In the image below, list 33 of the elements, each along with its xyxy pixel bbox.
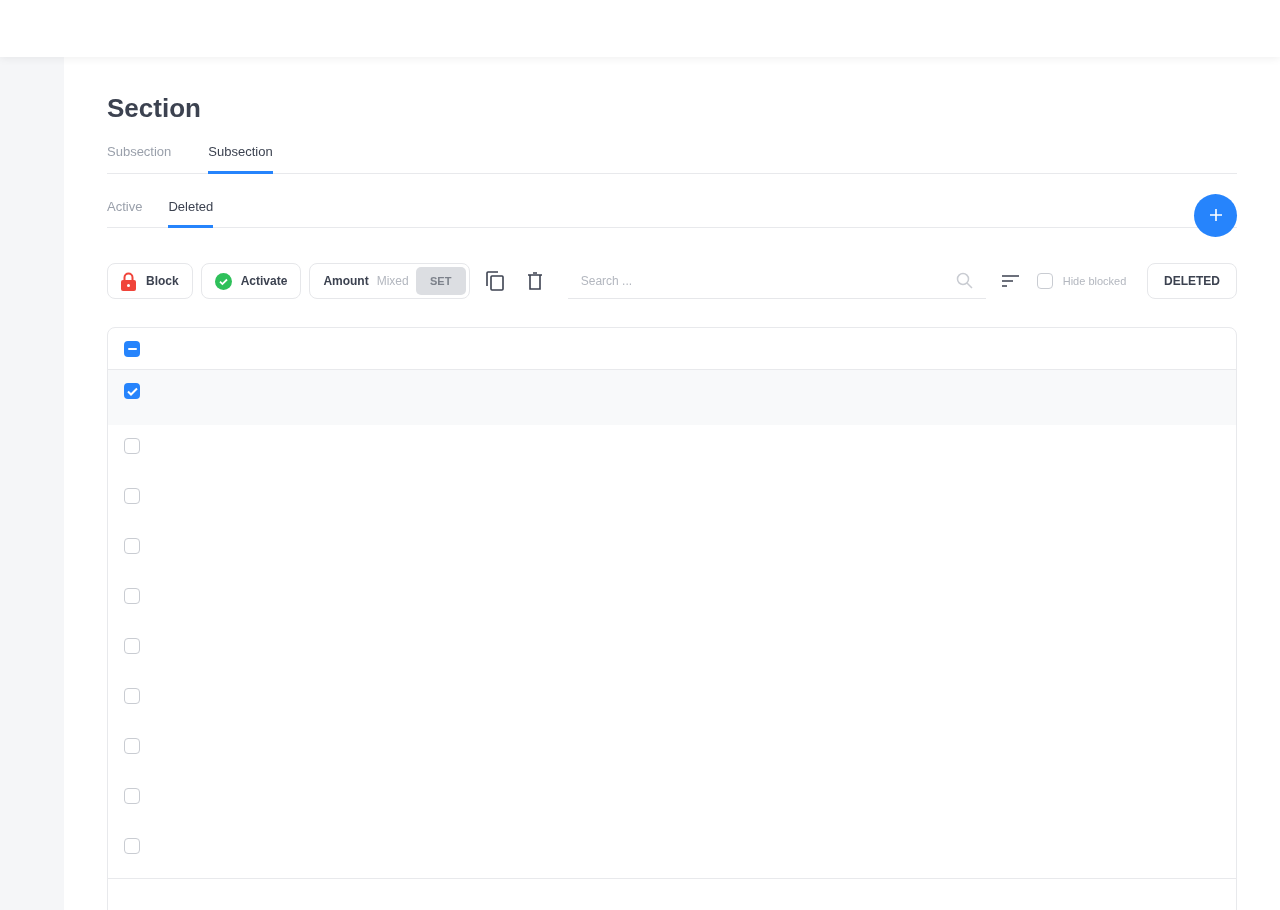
checkbox[interactable]	[1036, 273, 1053, 289]
checkbox[interactable]	[124, 638, 140, 654]
search-field[interactable]: Search ...	[580, 271, 956, 290]
sort-button[interactable]	[1001, 274, 1020, 288]
checkbox[interactable]	[124, 588, 140, 604]
activate-button[interactable]: Activate	[200, 263, 302, 299]
search-icon	[955, 272, 973, 289]
tab[interactable]: Deleted	[168, 196, 214, 228]
checkbox[interactable]	[124, 688, 140, 704]
delete-button[interactable]	[526, 271, 543, 291]
checkbox[interactable]	[124, 738, 140, 754]
block-button[interactable]: Block	[107, 263, 193, 299]
page-title: Section	[107, 93, 202, 123]
checkbox[interactable]	[124, 788, 140, 804]
deleted-filter-button[interactable]: DELETED	[1147, 263, 1237, 299]
add-button[interactable]	[1194, 193, 1237, 237]
plus-icon	[1208, 208, 1223, 222]
amount-label: Amount	[323, 273, 369, 290]
copy-icon	[485, 271, 504, 291]
checkbox[interactable]	[124, 438, 140, 454]
checkbox[interactable]	[124, 383, 140, 399]
tab[interactable]: Subsection	[208, 142, 273, 174]
sort-icon	[1001, 275, 1019, 287]
lock-icon	[121, 271, 136, 291]
copy-button[interactable]	[484, 270, 505, 292]
checkbox[interactable]	[124, 838, 140, 854]
checkbox[interactable]	[124, 538, 140, 554]
trash-icon	[527, 272, 542, 290]
checkbox[interactable]	[124, 488, 140, 504]
amount-value: Mixed	[376, 273, 409, 290]
hide-blocked-label: Hide blocked	[1062, 273, 1127, 289]
check-circle-icon	[214, 272, 232, 290]
checkbox[interactable]	[124, 340, 140, 357]
